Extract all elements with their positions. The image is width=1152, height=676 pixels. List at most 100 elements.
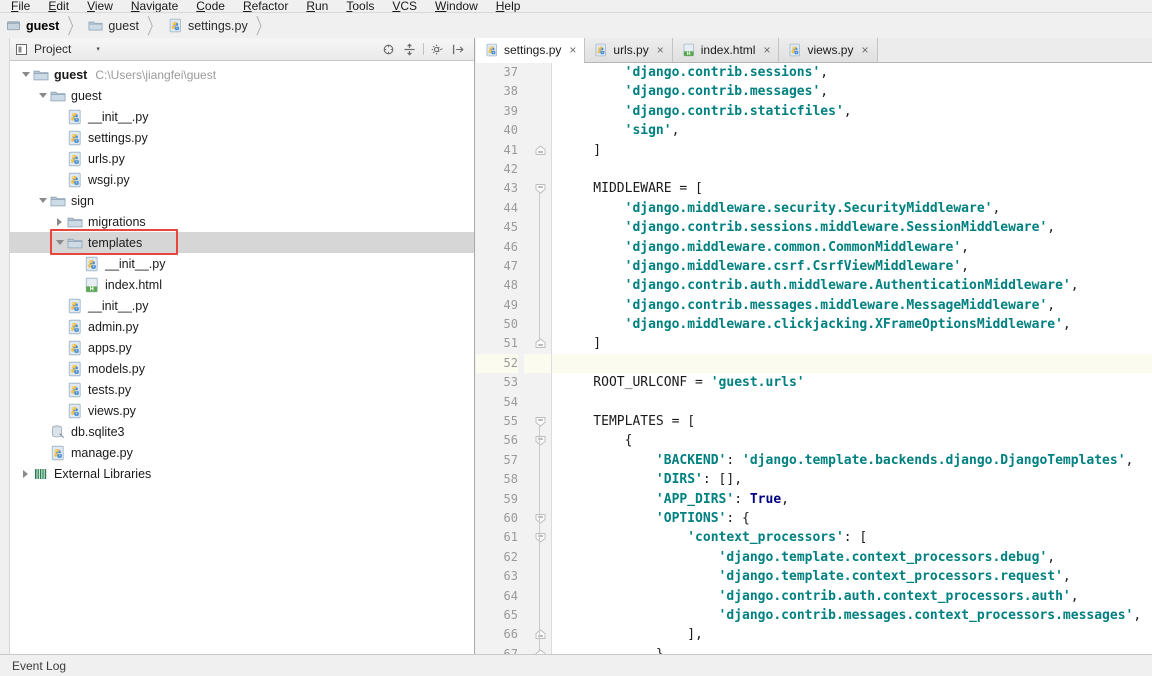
breadcrumb-item-settings-py[interactable]: settings.py: [168, 13, 248, 38]
code-line[interactable]: 'django.contrib.messages.middleware.Mess…: [552, 296, 1152, 315]
code-fold-marker[interactable]: [524, 645, 551, 654]
code-fold-slot: [524, 606, 551, 625]
close-icon[interactable]: ×: [763, 44, 770, 56]
code-line[interactable]: ]: [552, 334, 1152, 353]
tree-item-guest[interactable]: guest C:\Users\jiangfei\guest: [10, 64, 474, 85]
code-line[interactable]: 'django.middleware.security.SecurityMidd…: [552, 199, 1152, 218]
tree-item-tests-py[interactable]: tests.py: [10, 379, 474, 400]
code-fold-marker[interactable]: [524, 412, 551, 431]
code-line[interactable]: [552, 353, 1152, 374]
collapse-all-icon[interactable]: [402, 42, 417, 57]
code-line[interactable]: 'django.template.context_processors.debu…: [552, 548, 1152, 567]
tree-item-views-py[interactable]: views.py: [10, 400, 474, 421]
code-line[interactable]: {: [552, 431, 1152, 450]
chevron-down-icon[interactable]: [20, 69, 31, 80]
code-line[interactable]: 'context_processors': [: [552, 528, 1152, 547]
tree-item-wsgi-py[interactable]: wsgi.py: [10, 169, 474, 190]
tree-item-apps-py[interactable]: apps.py: [10, 337, 474, 358]
code-fold-marker[interactable]: [524, 625, 551, 644]
code-line[interactable]: ]: [552, 141, 1152, 160]
project-tree[interactable]: guest C:\Users\jiangfei\guest guest __init_…: [10, 61, 474, 654]
close-icon[interactable]: ×: [657, 44, 664, 56]
breadcrumb-item-guest[interactable]: guest: [88, 13, 139, 38]
tree-item--init-py[interactable]: __init__.py: [10, 295, 474, 316]
chevron-down-icon[interactable]: [37, 195, 48, 206]
tree-item-urls-py[interactable]: urls.py: [10, 148, 474, 169]
project-panel-title-text: Project: [34, 42, 72, 56]
code-line[interactable]: 'django.contrib.auth.middleware.Authenti…: [552, 276, 1152, 295]
tree-item-migrations[interactable]: migrations: [10, 211, 474, 232]
locate-icon[interactable]: [381, 42, 396, 57]
tree-item-sign[interactable]: sign: [10, 190, 474, 211]
settings-gear-icon[interactable]: [430, 42, 445, 57]
code-line[interactable]: 'django.contrib.messages.context_process…: [552, 606, 1152, 625]
code-fold-marker[interactable]: [524, 334, 551, 353]
code-text[interactable]: 'django.contrib.sessions', 'django.contr…: [552, 63, 1152, 654]
chevron-down-icon[interactable]: [37, 90, 48, 101]
editor-tab-views-py[interactable]: views.py ×: [779, 38, 878, 62]
breadcrumb[interactable]: guest 〉 guest 〉 settings.py 〉: [0, 13, 1152, 38]
chevron-right-icon[interactable]: [54, 216, 65, 227]
editor-tab-settings-py[interactable]: settings.py ×: [476, 38, 586, 63]
code-line[interactable]: ],: [552, 625, 1152, 644]
tree-item-admin-py[interactable]: admin.py: [10, 316, 474, 337]
code-line[interactable]: },: [552, 645, 1152, 654]
code-line[interactable]: 'django.contrib.auth.context_processors.…: [552, 587, 1152, 606]
code-line[interactable]: ROOT_URLCONF = 'guest.urls': [552, 373, 1152, 392]
tree-item-db-sqlite3[interactable]: db.sqlite3: [10, 421, 474, 442]
code-line[interactable]: 'django.contrib.sessions.middleware.Sess…: [552, 218, 1152, 237]
tree-item-label: __init__.py: [105, 256, 166, 271]
tree-item-models-py[interactable]: models.py: [10, 358, 474, 379]
code-fold-gutter[interactable]: [524, 63, 552, 654]
chevron-right-icon[interactable]: [20, 468, 31, 479]
breadcrumb-item-guest[interactable]: guest: [6, 13, 59, 38]
tree-item--init-py[interactable]: __init__.py: [10, 106, 474, 127]
tree-item-templates[interactable]: templates: [10, 232, 474, 253]
code-line[interactable]: 'OPTIONS': {: [552, 509, 1152, 528]
editor-tab-bar[interactable]: settings.py × urls.py × Hindex.html × views.py…: [476, 38, 1152, 63]
code-line[interactable]: 'BACKEND': 'django.template.backends.dja…: [552, 451, 1152, 470]
code-line[interactable]: 'django.middleware.csrf.CsrfViewMiddlewa…: [552, 257, 1152, 276]
folder-icon: [50, 88, 66, 104]
code-line[interactable]: 'DIRS': [],: [552, 470, 1152, 489]
close-icon[interactable]: ×: [569, 44, 576, 56]
chevron-down-icon[interactable]: [54, 237, 65, 248]
code-line[interactable]: 'APP_DIRS': True,: [552, 490, 1152, 509]
code-token-pln: [562, 453, 656, 468]
hide-panel-icon[interactable]: [451, 42, 466, 57]
code-line[interactable]: 'django.middleware.clickjacking.XFrameOp…: [552, 315, 1152, 334]
tree-item-settings-py[interactable]: settings.py: [10, 127, 474, 148]
code-line[interactable]: TEMPLATES = [: [552, 412, 1152, 431]
editor-tab-urls-py[interactable]: urls.py ×: [585, 38, 673, 62]
tree-item-external-libraries[interactable]: External Libraries: [10, 463, 474, 484]
code-fold-marker[interactable]: [524, 509, 551, 528]
code-line[interactable]: 'django.template.context_processors.requ…: [552, 567, 1152, 586]
tree-item-index-html[interactable]: Hindex.html: [10, 274, 474, 295]
editor-tab-index-html[interactable]: Hindex.html ×: [672, 38, 780, 62]
code-line[interactable]: 'sign',: [552, 121, 1152, 140]
code-fold-marker[interactable]: [524, 431, 551, 450]
code-line[interactable]: 'django.contrib.messages',: [552, 82, 1152, 101]
code-fold-marker[interactable]: [524, 141, 551, 160]
folder-icon: [88, 18, 104, 34]
code-line[interactable]: MIDDLEWARE = [: [552, 179, 1152, 198]
code-line[interactable]: 'django.middleware.common.CommonMiddlewa…: [552, 238, 1152, 257]
code-line[interactable]: 'django.contrib.staticfiles',: [552, 102, 1152, 121]
code-fold-marker[interactable]: [524, 528, 551, 547]
left-tool-strip[interactable]: Project: [0, 38, 10, 654]
code-token-str: 'django.template.backends.django.DjangoT…: [742, 452, 1126, 468]
tree-item-manage-py[interactable]: manage.py: [10, 442, 474, 463]
project-panel-title[interactable]: Project ▾: [14, 42, 100, 57]
code-line[interactable]: [552, 160, 1152, 179]
tree-item--init-py[interactable]: __init__.py: [10, 253, 474, 274]
code-line[interactable]: [552, 393, 1152, 412]
code-fold-slot: [524, 199, 551, 218]
event-log-button[interactable]: Event Log: [12, 659, 66, 673]
close-icon[interactable]: ×: [861, 44, 868, 56]
code-line[interactable]: 'django.contrib.sessions',: [552, 63, 1152, 82]
tree-item-guest[interactable]: guest: [10, 85, 474, 106]
code-token-pln: [562, 589, 719, 604]
code-area[interactable]: 37 38 39 40 41 42 43 44 45 46 47 48 49 50 51 52 53 54 55 56…: [476, 63, 1152, 654]
code-fold-marker[interactable]: [524, 179, 551, 198]
chevron-down-icon[interactable]: ▾: [96, 45, 100, 53]
